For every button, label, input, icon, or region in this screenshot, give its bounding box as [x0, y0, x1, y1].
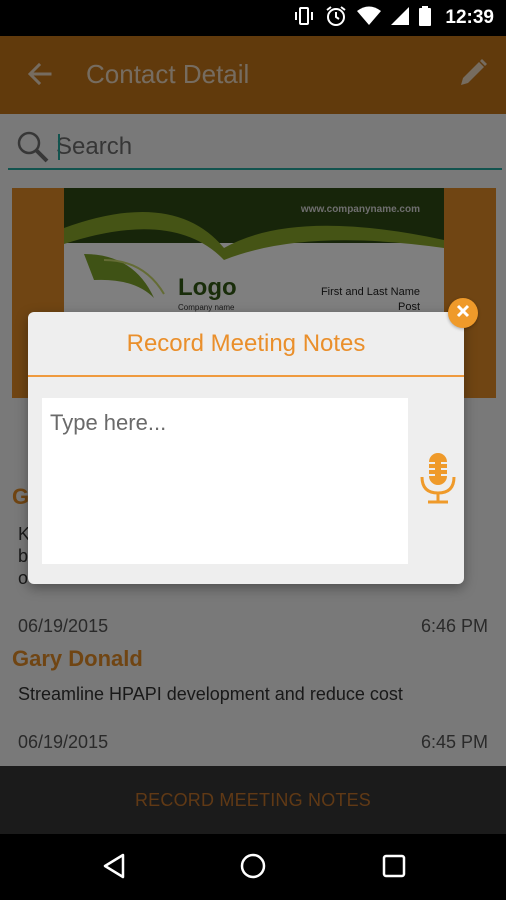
record-notes-dialog: Record Meeting Notes — [28, 312, 464, 584]
nav-home-button[interactable] — [235, 850, 271, 886]
wifi-icon — [357, 6, 382, 31]
nav-home-icon — [239, 852, 267, 885]
dialog-title: Record Meeting Notes — [126, 330, 366, 357]
close-dialog-button[interactable] — [448, 298, 478, 328]
battery-icon — [419, 5, 432, 31]
vibrate-icon — [293, 6, 315, 31]
voice-input-button[interactable] — [418, 452, 458, 510]
alarm-icon — [325, 5, 347, 32]
status-icons: 12:39 — [293, 0, 494, 36]
nav-back-icon — [101, 852, 127, 885]
nav-recents-icon — [381, 853, 407, 884]
status-bar: 12:39 — [0, 0, 506, 36]
nav-recents-button[interactable] — [376, 850, 412, 886]
close-icon — [456, 304, 470, 323]
microphone-icon — [419, 451, 457, 512]
nav-back-button[interactable] — [96, 850, 132, 886]
system-nav-bar — [0, 834, 506, 900]
status-time: 12:39 — [445, 7, 494, 28]
signal-icon — [391, 6, 410, 30]
notes-input[interactable] — [42, 398, 408, 564]
dialog-divider — [28, 375, 464, 377]
